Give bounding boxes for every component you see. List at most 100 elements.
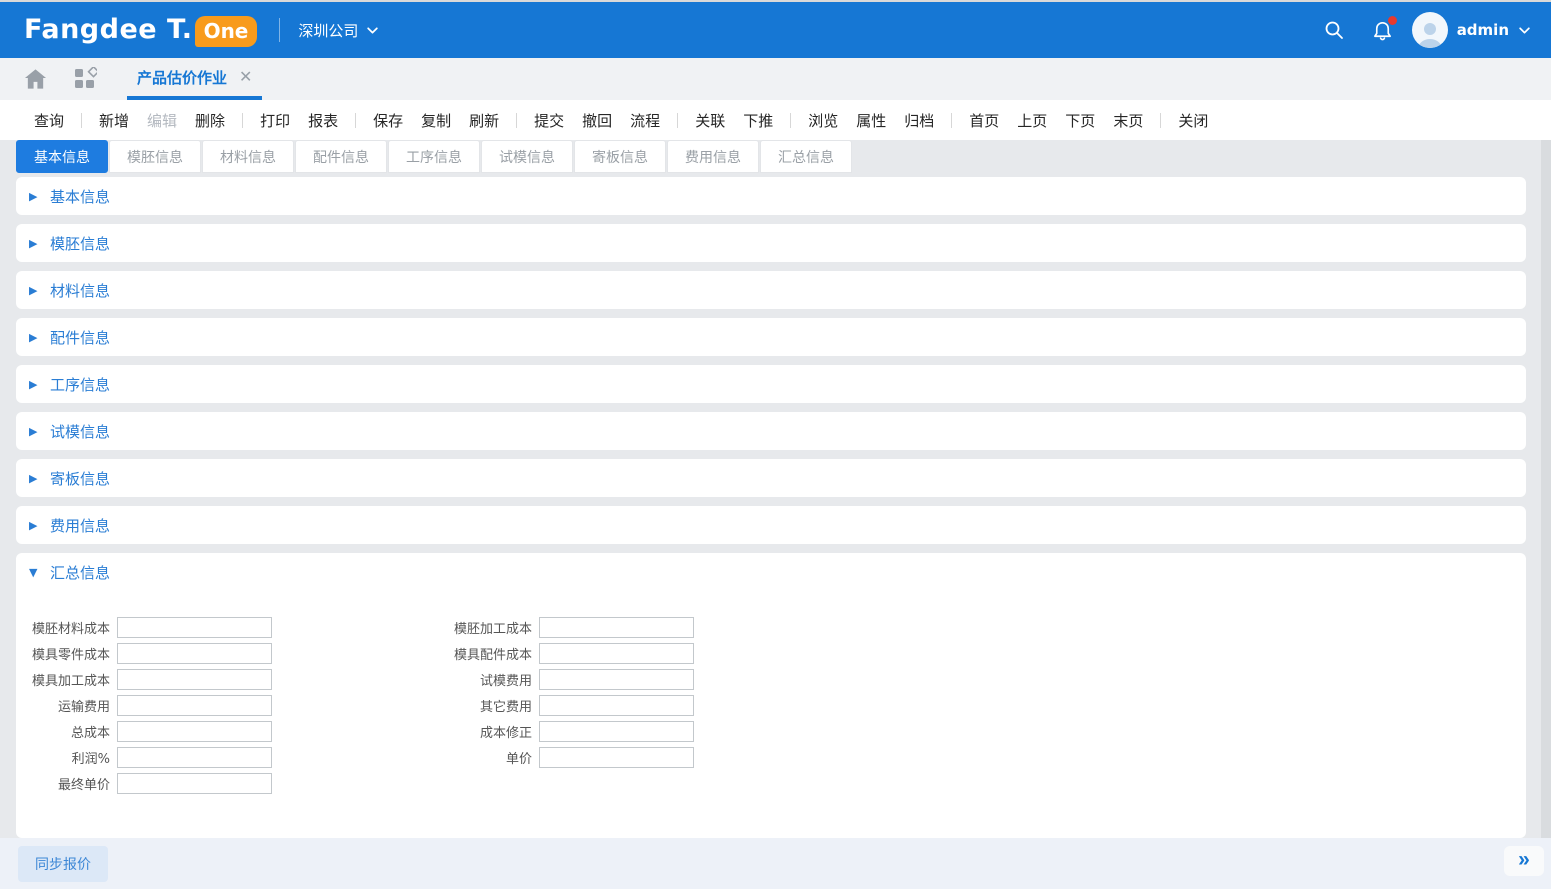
toolbar-query[interactable]: 查询	[34, 110, 64, 131]
tab-process-info[interactable]: 工序信息	[388, 140, 480, 173]
tab-summary-info[interactable]: 汇总信息	[760, 140, 852, 173]
section-parts-info: ▶ 配件信息	[16, 318, 1526, 356]
expand-more-button[interactable]: »	[1504, 846, 1544, 876]
header-divider	[279, 18, 280, 42]
input-mold-accessory-cost[interactable]	[539, 643, 694, 664]
form-row: 总成本	[22, 721, 272, 741]
section-header[interactable]: ▶ 费用信息	[16, 506, 1526, 544]
apps-menu-button[interactable]	[73, 67, 97, 91]
avatar	[1412, 12, 1448, 48]
toolbar-browse[interactable]: 浏览	[808, 110, 838, 131]
section-header[interactable]: ▶ 寄板信息	[16, 459, 1526, 497]
notification-dot	[1388, 16, 1397, 25]
form-row: 模具零件成本	[22, 643, 272, 663]
field-label: 模胚材料成本	[22, 618, 110, 637]
toolbar-withdraw[interactable]: 撤回	[582, 110, 612, 131]
section-title: 费用信息	[50, 515, 110, 536]
field-label: 利润%	[22, 748, 110, 767]
input-other-fee[interactable]	[539, 695, 694, 716]
input-unit-price[interactable]	[539, 747, 694, 768]
section-title: 模胚信息	[50, 233, 110, 254]
toolbar-print[interactable]: 打印	[260, 110, 290, 131]
form-row: 模具加工成本	[22, 669, 272, 689]
toolbar-first-page[interactable]: 首页	[969, 110, 999, 131]
toolbar-copy[interactable]: 复制	[421, 110, 451, 131]
field-label: 成本修正	[444, 722, 532, 741]
section-header[interactable]: ▶ 工序信息	[16, 365, 1526, 403]
toolbar-submit[interactable]: 提交	[534, 110, 564, 131]
input-cost-adjustment[interactable]	[539, 721, 694, 742]
close-icon[interactable]: ✕	[239, 69, 252, 85]
toolbar-next-page[interactable]: 下页	[1065, 110, 1095, 131]
input-total-cost[interactable]	[117, 721, 272, 742]
section-fee-info: ▶ 费用信息	[16, 506, 1526, 544]
input-mold-part-cost[interactable]	[117, 643, 272, 664]
section-header[interactable]: ▶ 配件信息	[16, 318, 1526, 356]
toolbar-relate[interactable]: 关联	[695, 110, 725, 131]
form-row: 模胚材料成本	[22, 617, 272, 637]
vertical-scrollbar[interactable]	[1541, 140, 1551, 838]
section-header[interactable]: ▼ 汇总信息	[16, 553, 1526, 591]
section-header[interactable]: ▶ 试模信息	[16, 412, 1526, 450]
section-process-info: ▶ 工序信息	[16, 365, 1526, 403]
toolbar-push-down[interactable]: 下推	[743, 110, 773, 131]
caret-right-icon: ▶	[29, 190, 41, 203]
toolbar-delete[interactable]: 删除	[195, 110, 225, 131]
toolbar-workflow[interactable]: 流程	[630, 110, 660, 131]
avatar-icon	[1415, 18, 1445, 48]
caret-right-icon: ▶	[29, 237, 41, 250]
toolbar-add[interactable]: 新增	[99, 110, 129, 131]
home-button[interactable]	[24, 68, 47, 90]
toolbar-save[interactable]: 保存	[373, 110, 403, 131]
toolbar-refresh[interactable]: 刷新	[469, 110, 499, 131]
section-header[interactable]: ▶ 基本信息	[16, 177, 1526, 215]
sync-quote-button[interactable]: 同步报价	[18, 846, 108, 882]
section-title: 试模信息	[50, 421, 110, 442]
tab-basic-info[interactable]: 基本信息	[16, 140, 108, 173]
app-logo: Fangdee T. One	[24, 14, 257, 47]
toolbar-separator	[81, 113, 82, 128]
section-title: 寄板信息	[50, 468, 110, 489]
open-page-tab[interactable]: 产品估价作业 ✕	[127, 58, 262, 100]
chevron-down-icon	[366, 24, 379, 37]
tab-mold-base-info[interactable]: 模胚信息	[109, 140, 201, 173]
input-trial-mold-fee[interactable]	[539, 669, 694, 690]
tab-parts-info[interactable]: 配件信息	[295, 140, 387, 173]
summary-form: 模胚材料成本 模具零件成本 模具加工成本 运输费用 总成本	[16, 591, 1526, 799]
input-mold-base-processing-cost[interactable]	[539, 617, 694, 638]
toolbar-prev-page[interactable]: 上页	[1017, 110, 1047, 131]
apps-grid-icon	[73, 67, 97, 91]
tab-fee-info[interactable]: 费用信息	[667, 140, 759, 173]
toolbar-report[interactable]: 报表	[308, 110, 338, 131]
section-header[interactable]: ▶ 材料信息	[16, 271, 1526, 309]
toolbar-edit: 编辑	[147, 110, 177, 131]
form-row: 模胚加工成本	[444, 617, 694, 637]
input-mold-processing-cost[interactable]	[117, 669, 272, 690]
toolbar-properties[interactable]: 属性	[856, 110, 886, 131]
section-header[interactable]: ▶ 模胚信息	[16, 224, 1526, 262]
input-shipping-fee[interactable]	[117, 695, 272, 716]
company-selector[interactable]: 深圳公司	[298, 20, 379, 41]
toolbar-archive[interactable]: 归档	[904, 110, 934, 131]
tab-material-info[interactable]: 材料信息	[202, 140, 294, 173]
toolbar-last-page[interactable]: 末页	[1113, 110, 1143, 131]
input-mold-base-material-cost[interactable]	[117, 617, 272, 638]
field-label: 运输费用	[22, 696, 110, 715]
field-label: 模具加工成本	[22, 670, 110, 689]
toolbar-close[interactable]: 关闭	[1178, 110, 1208, 131]
form-row: 单价	[444, 747, 694, 767]
input-final-unit-price[interactable]	[117, 773, 272, 794]
input-profit-percent[interactable]	[117, 747, 272, 768]
notifications-button[interactable]	[1371, 19, 1394, 42]
field-label: 模具零件成本	[22, 644, 110, 663]
tab-send-board-info[interactable]: 寄板信息	[574, 140, 666, 173]
brand-badge: One	[195, 16, 258, 47]
search-button[interactable]	[1323, 19, 1345, 41]
user-menu[interactable]: admin	[1412, 12, 1531, 48]
tab-trial-mold-info[interactable]: 试模信息	[481, 140, 573, 173]
caret-right-icon: ▶	[29, 284, 41, 297]
summary-form-right-column: 模胚加工成本 模具配件成本 试模费用 其它费用 成本修正	[444, 617, 694, 799]
search-icon	[1323, 19, 1345, 41]
toolbar-separator	[951, 113, 952, 128]
field-label: 试模费用	[444, 670, 532, 689]
